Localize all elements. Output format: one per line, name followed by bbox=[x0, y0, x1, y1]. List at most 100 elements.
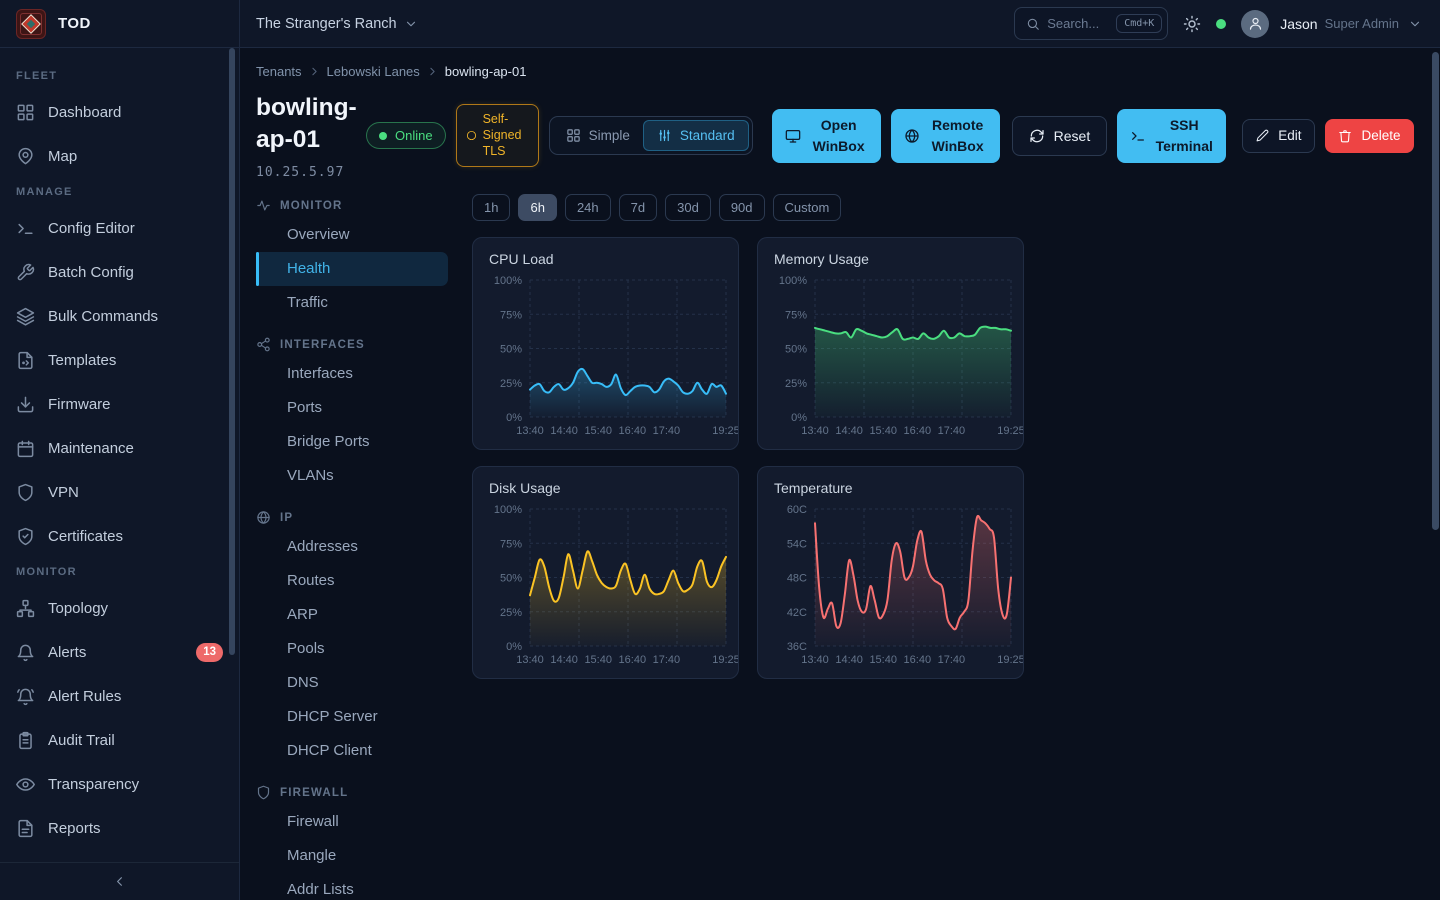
sidebar-item-vpn[interactable]: VPN bbox=[0, 470, 239, 514]
user-role: Super Admin bbox=[1325, 16, 1399, 31]
user-icon bbox=[1248, 16, 1263, 31]
status-badge-label: Online bbox=[395, 128, 433, 143]
sidebar-item-label: Reports bbox=[48, 820, 101, 837]
subnav-item-interfaces[interactable]: Interfaces bbox=[256, 357, 448, 391]
device-header: bowling-ap-01 10.25.5.97 Online Self-Sig… bbox=[256, 92, 1440, 180]
svg-text:15:40: 15:40 bbox=[584, 425, 612, 437]
connection-status-dot bbox=[1216, 19, 1226, 29]
subnav-item-bridge-ports[interactable]: Bridge Ports bbox=[256, 425, 448, 459]
search-input[interactable] bbox=[1047, 16, 1109, 31]
activity-icon bbox=[256, 198, 271, 213]
subnav-item-health[interactable]: Health bbox=[256, 252, 448, 286]
ssh-terminal-button[interactable]: SSH Terminal bbox=[1117, 109, 1226, 163]
chart-card-memory-usage: Memory Usage0%25%50%75%100%13:4014:4015:… bbox=[757, 237, 1024, 450]
svg-text:0%: 0% bbox=[506, 412, 522, 424]
subnav-item-dns[interactable]: DNS bbox=[256, 666, 448, 700]
time-range-selector: 1h 6h 24h 7d 30d 90d Custom bbox=[472, 194, 1024, 221]
toggle-standard[interactable]: Standard bbox=[643, 120, 749, 151]
subnav-item-addr-lists[interactable]: Addr Lists bbox=[256, 873, 448, 900]
sidebar-item-dashboard[interactable]: Dashboard bbox=[0, 90, 239, 134]
subnav-item-firewall[interactable]: Firewall bbox=[256, 805, 448, 839]
open-winbox-label: Open WinBox bbox=[810, 115, 868, 157]
clipboard-list-icon bbox=[16, 731, 35, 750]
sidebar-item-label: Dashboard bbox=[48, 104, 121, 121]
sidebar-item-label: VPN bbox=[48, 484, 79, 501]
trash-icon bbox=[1338, 129, 1352, 143]
sidebar-collapse-button[interactable] bbox=[0, 862, 239, 900]
subnav-item-dhcp-server[interactable]: DHCP Server bbox=[256, 700, 448, 734]
subnav-item-ports[interactable]: Ports bbox=[256, 391, 448, 425]
sidebar-item-map[interactable]: Map bbox=[0, 134, 239, 178]
subnav-item-overview[interactable]: Overview bbox=[256, 218, 448, 252]
sidebar-item-transparency[interactable]: Transparency bbox=[0, 762, 239, 806]
sidebar-item-bulk-commands[interactable]: Bulk Commands bbox=[0, 294, 239, 338]
time-range-24h[interactable]: 24h bbox=[565, 194, 611, 221]
breadcrumb-tenants[interactable]: Tenants bbox=[256, 64, 302, 79]
edit-button[interactable]: Edit bbox=[1242, 119, 1315, 153]
subnav-item-addresses[interactable]: Addresses bbox=[256, 530, 448, 564]
svg-text:15:40: 15:40 bbox=[869, 425, 897, 437]
sidebar-section-manage: MANAGEConfig EditorBatch ConfigBulk Comm… bbox=[0, 186, 239, 558]
tenant-selector[interactable]: The Stranger's Ranch bbox=[256, 16, 418, 32]
reset-button[interactable]: Reset bbox=[1012, 116, 1108, 156]
window-scrollbar[interactable] bbox=[1432, 52, 1439, 530]
file-code-icon bbox=[16, 351, 35, 370]
subnav-item-vlans[interactable]: VLANs bbox=[256, 459, 448, 493]
svg-text:50%: 50% bbox=[500, 343, 522, 355]
svg-text:50%: 50% bbox=[500, 572, 522, 584]
subnav-item-dhcp-client[interactable]: DHCP Client bbox=[256, 734, 448, 768]
time-range-custom[interactable]: Custom bbox=[773, 194, 842, 221]
time-range-30d[interactable]: 30d bbox=[665, 194, 711, 221]
svg-text:17:40: 17:40 bbox=[938, 425, 966, 437]
delete-button[interactable]: Delete bbox=[1325, 119, 1413, 153]
theme-toggle-sun-icon[interactable] bbox=[1183, 15, 1201, 33]
sidebar-item-label: Alert Rules bbox=[48, 688, 121, 705]
svg-text:14:40: 14:40 bbox=[550, 654, 578, 666]
time-range-7d[interactable]: 7d bbox=[619, 194, 657, 221]
logo-icon bbox=[16, 9, 46, 39]
chart-canvas: 0%25%50%75%100%13:4014:4015:4016:4017:40… bbox=[473, 238, 738, 449]
sidebar-item-label: Certificates bbox=[48, 528, 123, 545]
time-range-1h[interactable]: 1h bbox=[472, 194, 510, 221]
chart-card-temperature: Temperature36C42C48C54C60C13:4014:4015:4… bbox=[757, 466, 1024, 679]
device-subnav: MONITOROverviewHealthTrafficINTERFACESIn… bbox=[256, 194, 448, 900]
user-avatar[interactable] bbox=[1241, 10, 1269, 38]
sidebar-item-audit-trail[interactable]: Audit Trail bbox=[0, 718, 239, 762]
sidebar-item-topology[interactable]: Topology bbox=[0, 586, 239, 630]
breadcrumb-tenant-name[interactable]: Lebowski Lanes bbox=[327, 64, 420, 79]
time-range-90d[interactable]: 90d bbox=[719, 194, 765, 221]
sidebar-item-config-editor[interactable]: Config Editor bbox=[0, 206, 239, 250]
remote-winbox-button[interactable]: Remote WinBox bbox=[891, 109, 1000, 163]
subnav-item-mangle[interactable]: Mangle bbox=[256, 839, 448, 873]
sidebar-item-templates[interactable]: Templates bbox=[0, 338, 239, 382]
toggle-simple[interactable]: Simple bbox=[553, 120, 643, 151]
sidebar-item-alert-rules[interactable]: Alert Rules bbox=[0, 674, 239, 718]
sidebar-item-maintenance[interactable]: Maintenance bbox=[0, 426, 239, 470]
ssh-terminal-label: SSH Terminal bbox=[1155, 115, 1213, 157]
open-winbox-button[interactable]: Open WinBox bbox=[772, 109, 881, 163]
refresh-icon bbox=[1029, 128, 1045, 144]
sidebar-item-reports[interactable]: Reports bbox=[0, 806, 239, 850]
sidebar-scrollbar[interactable] bbox=[229, 48, 235, 655]
svg-text:25%: 25% bbox=[500, 377, 522, 389]
subnav-section-monitor: MONITOR bbox=[256, 194, 448, 218]
sidebar-item-alerts[interactable]: Alerts13 bbox=[0, 630, 239, 674]
app-logo[interactable]: TOD bbox=[0, 0, 240, 47]
svg-text:16:40: 16:40 bbox=[904, 654, 932, 666]
user-menu-chevron-icon[interactable] bbox=[1408, 17, 1422, 31]
sidebar-item-firmware[interactable]: Firmware bbox=[0, 382, 239, 426]
sidebar-item-batch-config[interactable]: Batch Config bbox=[0, 250, 239, 294]
search-box[interactable]: Cmd+K bbox=[1014, 7, 1168, 40]
sidebar-item-certificates[interactable]: Certificates bbox=[0, 514, 239, 558]
breadcrumb: Tenants Lebowski Lanes bowling-ap-01 bbox=[256, 64, 1440, 79]
chart-card-cpu-load: CPU Load0%25%50%75%100%13:4014:4015:4016… bbox=[472, 237, 739, 450]
time-range-6h[interactable]: 6h bbox=[518, 194, 556, 221]
subnav-item-routes[interactable]: Routes bbox=[256, 564, 448, 598]
svg-text:54C: 54C bbox=[787, 538, 807, 550]
map-pin-icon bbox=[16, 147, 35, 166]
svg-text:14:40: 14:40 bbox=[835, 654, 863, 666]
subnav-item-arp[interactable]: ARP bbox=[256, 598, 448, 632]
tls-badge-label: Self-Signed TLS bbox=[483, 112, 529, 159]
subnav-item-traffic[interactable]: Traffic bbox=[256, 286, 448, 320]
subnav-item-pools[interactable]: Pools bbox=[256, 632, 448, 666]
